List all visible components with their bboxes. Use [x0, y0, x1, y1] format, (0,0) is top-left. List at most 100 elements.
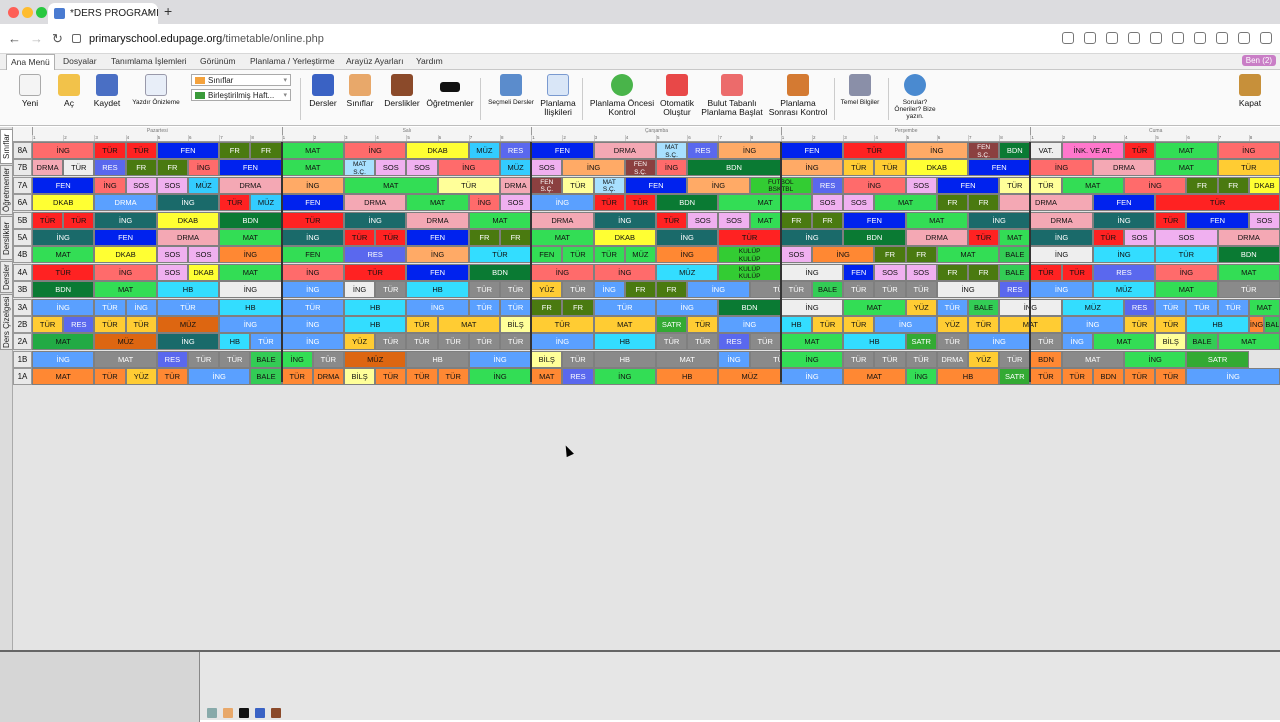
lesson-card[interactable]: TÜR: [63, 159, 95, 177]
class-row-label[interactable]: 4A: [13, 263, 32, 281]
lesson-card[interactable]: BALE: [968, 298, 1000, 316]
lesson-card[interactable]: TÜR: [749, 333, 781, 351]
lesson-card[interactable]: İNG: [32, 350, 95, 368]
lesson-card[interactable]: SATR: [1186, 350, 1249, 368]
lesson-card[interactable]: FEN: [156, 142, 220, 159]
lesson-card[interactable]: TÜR: [968, 316, 1000, 333]
back-icon[interactable]: ←: [8, 31, 21, 46]
class-row-label[interactable]: 5B: [13, 211, 32, 229]
lesson-card[interactable]: BDN: [32, 281, 95, 299]
close-tab-icon[interactable]: ×: [147, 3, 153, 24]
lesson-card[interactable]: İNG: [219, 246, 282, 264]
auto-generate-button[interactable]: Otomatik Oluştur: [658, 74, 696, 117]
lesson-card[interactable]: SOS: [531, 159, 563, 177]
lesson-card[interactable]: SOS: [125, 176, 157, 194]
menu-yardim[interactable]: Yardım: [416, 56, 443, 66]
lesson-card[interactable]: MAT: [593, 316, 656, 333]
class-row-label[interactable]: 5A: [13, 229, 32, 246]
lesson-card[interactable]: İNG: [780, 229, 844, 246]
lesson-card[interactable]: BDN: [999, 142, 1031, 159]
lesson-card[interactable]: MAT: [344, 176, 438, 194]
lesson-card[interactable]: İNG: [1061, 316, 1124, 333]
lesson-card[interactable]: RES: [1124, 298, 1156, 316]
lesson-card[interactable]: MAT: [1155, 159, 1218, 177]
lesson-card[interactable]: RES: [718, 333, 750, 351]
lesson-card[interactable]: İNG: [718, 350, 750, 368]
heart-icon[interactable]: [1150, 32, 1162, 44]
lesson-card[interactable]: İNG: [687, 176, 750, 194]
lesson-card[interactable]: TÜR: [936, 298, 968, 316]
lesson-card[interactable]: İNG: [281, 229, 344, 246]
lesson-card[interactable]: İNG: [780, 263, 844, 281]
lesson-card[interactable]: FEN: [32, 176, 95, 194]
lesson-card[interactable]: SOS: [843, 194, 875, 212]
close-window-button[interactable]: [8, 7, 19, 18]
side-tab-classes[interactable]: Sınıflar: [0, 129, 13, 164]
side-tab-teachers[interactable]: Öğretmenler: [0, 165, 13, 215]
lesson-card[interactable]: İNG: [281, 281, 344, 299]
lesson-card[interactable]: İNG: [656, 229, 719, 246]
lesson-card[interactable]: TÜR: [562, 350, 594, 368]
lesson-card[interactable]: İNG: [905, 142, 968, 159]
lesson-card[interactable]: FEN: [281, 246, 344, 264]
lesson-card[interactable]: MAT: [468, 211, 532, 229]
lesson-card[interactable]: TÜR: [905, 281, 937, 299]
lesson-card[interactable]: FEN: [94, 229, 157, 246]
lesson-card[interactable]: MAT: [281, 159, 344, 177]
lesson-card[interactable]: MAT: [1248, 298, 1280, 316]
lesson-card[interactable]: SOS: [718, 211, 750, 229]
lesson-card[interactable]: TÜR: [1030, 176, 1062, 194]
lesson-card[interactable]: HB: [936, 368, 1000, 386]
elective-subjects-button[interactable]: Seçmeli Dersler: [488, 74, 534, 106]
lesson-card[interactable]: İNG: [656, 246, 719, 264]
lesson-card[interactable]: HB: [1186, 316, 1249, 333]
class-row-label[interactable]: 2A: [13, 333, 32, 351]
lesson-card[interactable]: KULÜP KULÜP: [718, 263, 781, 281]
lesson-card[interactable]: MÜZ: [656, 263, 719, 281]
lesson-card[interactable]: İNG: [344, 211, 407, 229]
lesson-card[interactable]: HB: [219, 298, 282, 316]
lesson-card[interactable]: BDN: [718, 298, 781, 316]
class-row-label[interactable]: 7A: [13, 176, 32, 194]
lesson-card[interactable]: İNG: [1124, 176, 1187, 194]
lesson-card[interactable]: DKAB: [156, 211, 220, 229]
week-select[interactable]: Birleştirilmiş Haft... ▾: [191, 89, 291, 101]
menu-gorunum[interactable]: Görünüm: [200, 56, 235, 66]
lesson-card[interactable]: İNG: [468, 194, 500, 212]
lesson-card[interactable]: FR: [531, 298, 563, 316]
lesson-card[interactable]: İNG: [968, 333, 1031, 351]
lesson-card[interactable]: İNG: [219, 281, 282, 299]
lesson-card[interactable]: BALE: [1264, 316, 1280, 333]
menu-dosyalar[interactable]: Dosyalar: [63, 56, 97, 66]
class-row-label[interactable]: 8A: [13, 142, 32, 159]
lesson-card[interactable]: MAT: [94, 350, 157, 368]
lesson-card[interactable]: İNG: [1092, 211, 1156, 229]
lesson-card[interactable]: TÜR: [874, 159, 906, 177]
lesson-card[interactable]: İNG: [1092, 246, 1156, 264]
lesson-card[interactable]: TÜR: [1155, 316, 1187, 333]
lesson-card[interactable]: DKAB: [905, 159, 968, 177]
lesson-card[interactable]: DRMA: [1217, 229, 1280, 246]
lesson-card[interactable]: BİLŞ: [1155, 333, 1187, 351]
lesson-card[interactable]: TÜR: [94, 316, 126, 333]
box-icon[interactable]: [1238, 32, 1250, 44]
lesson-card[interactable]: TÜR: [437, 368, 469, 386]
edit-icon[interactable]: [1062, 32, 1074, 44]
lesson-card[interactable]: TÜR: [1155, 368, 1187, 386]
calendar-icon[interactable]: [207, 708, 217, 718]
lesson-card[interactable]: TÜR: [843, 281, 875, 299]
lesson-card[interactable]: SATR: [656, 316, 688, 333]
lesson-card[interactable]: FR: [656, 281, 688, 299]
lesson-card[interactable]: MAT: [219, 263, 282, 281]
lesson-card[interactable]: TÜR: [1061, 263, 1093, 281]
lesson-card[interactable]: TÜR: [375, 368, 407, 386]
lesson-card[interactable]: BİLŞ: [344, 368, 376, 386]
lesson-card[interactable]: İNG: [812, 246, 875, 264]
menu-tanimlama[interactable]: Tanımlama İşlemleri: [111, 56, 187, 66]
browser-tab[interactable]: *DERS PROGRAMI - 202 ×: [48, 3, 158, 24]
lesson-card[interactable]: MAT: [1217, 263, 1280, 281]
lesson-card[interactable]: İNG: [32, 229, 95, 246]
lesson-card[interactable]: MÜZ: [468, 142, 500, 159]
lesson-card[interactable]: TÜR: [656, 333, 688, 351]
lesson-card[interactable]: SOS: [156, 263, 188, 281]
